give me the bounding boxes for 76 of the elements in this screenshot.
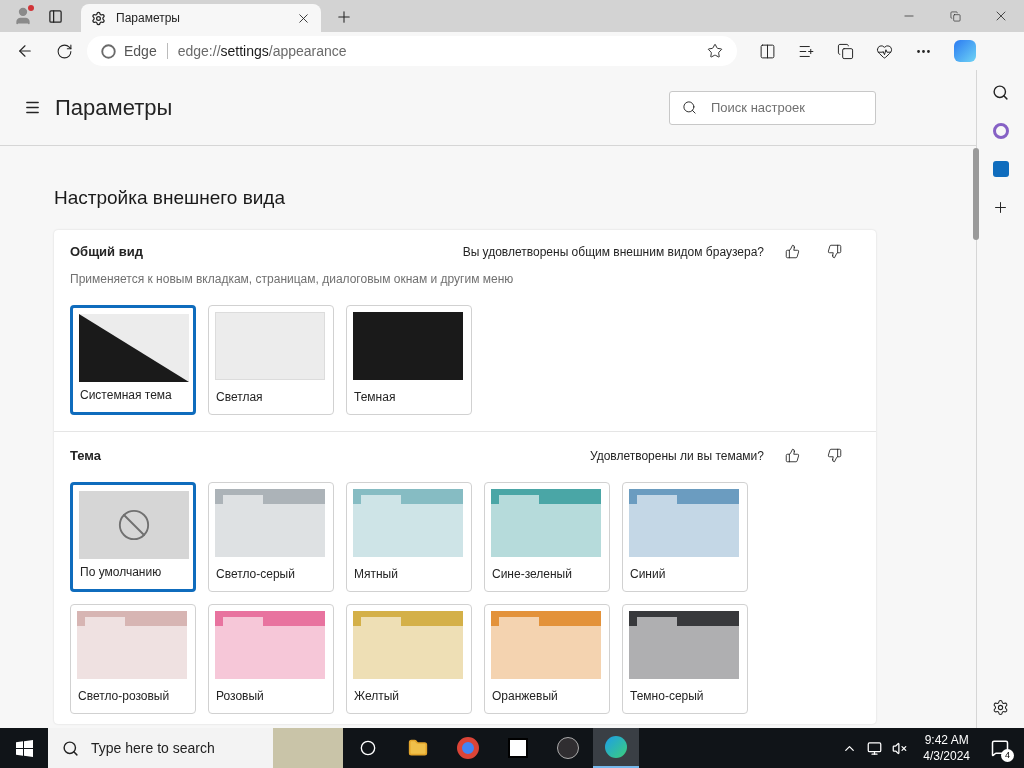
page-header-title: Параметры	[55, 94, 173, 122]
windows-logo-icon[interactable]	[15, 739, 33, 757]
task-view-icon[interactable]	[360, 740, 376, 756]
site-label: Edge	[124, 41, 157, 61]
thumbs-up-icon	[784, 448, 800, 463]
notifications-icon	[991, 739, 1009, 757]
browser-essentials-icon[interactable]	[876, 42, 893, 60]
scrollbar-thumb[interactable]	[973, 148, 979, 240]
thumbs-down-icon	[826, 448, 842, 463]
search-icon	[62, 739, 79, 757]
theme-card[interactable]: Светло-серый	[208, 481, 334, 592]
search-placeholder: Поиск настроек	[711, 98, 805, 117]
search-highlight-picture	[273, 728, 343, 768]
favorite-star-icon[interactable]	[707, 43, 723, 59]
theme-label: Светло-серый	[215, 565, 296, 583]
thumbs-down-icon	[826, 244, 842, 259]
restore-icon	[949, 10, 961, 22]
clock-date[interactable]: 4/3/2024	[923, 748, 970, 764]
tab-title: Параметры	[116, 10, 181, 27]
group-title: Общий вид	[70, 242, 143, 261]
theme-card[interactable]: По умолчанию	[70, 481, 196, 592]
theme-label: Мятный	[353, 565, 399, 583]
group-description: Применяется к новым вкладкам, страницам, диалоговым окнам и другим меню	[70, 270, 515, 288]
theme-card[interactable]: Синий	[622, 481, 748, 592]
file-explorer-icon[interactable]	[408, 738, 428, 758]
split-screen-icon[interactable]	[759, 42, 776, 60]
theme-card[interactable]: Светлая	[208, 304, 334, 415]
theme-card[interactable]: Мятный	[346, 481, 472, 592]
browser-tab[interactable]: Параметры	[81, 4, 321, 32]
theme-card[interactable]: Сине-зеленый	[484, 481, 610, 592]
theme-label: Темная	[353, 388, 397, 406]
url-text: edge://settings/appearance	[177, 41, 347, 61]
back-icon[interactable]	[16, 42, 34, 60]
theme-card[interactable]: Системная тема	[70, 304, 196, 415]
theme-card[interactable]: Розовый	[208, 603, 334, 714]
new-tab-icon[interactable]	[335, 8, 353, 26]
theme-label: Сине-зеленый	[491, 565, 573, 583]
section-title: Настройка внешнего вида	[54, 186, 286, 210]
notifications-button[interactable]: 4	[986, 734, 1014, 762]
add-icon[interactable]	[992, 199, 1009, 216]
group-title: Тема	[70, 446, 102, 465]
collections-icon[interactable]	[837, 42, 854, 60]
theme-label: Оранжевый	[491, 687, 559, 705]
taskbar-search-field[interactable]: Type here to search	[48, 728, 343, 768]
no-sign-icon	[117, 507, 151, 542]
settings-icon[interactable]	[992, 699, 1009, 716]
settings-icon	[91, 10, 106, 26]
theme-card[interactable]: Светло-розовый	[70, 603, 196, 714]
volume-muted-icon[interactable]	[892, 740, 908, 756]
theme-label: Светлая	[215, 388, 264, 406]
clock-time[interactable]: 9:42 AM	[924, 732, 969, 748]
theme-label: По умолчанию	[79, 563, 163, 581]
network-icon[interactable]	[867, 740, 883, 756]
menu-icon[interactable]	[24, 99, 41, 116]
search-icon[interactable]	[992, 84, 1009, 101]
notification-count: 4	[1001, 749, 1014, 762]
theme-label: Желтый	[353, 687, 401, 705]
theme-card[interactable]: Желтый	[346, 603, 472, 714]
theme-label: Розовый	[215, 687, 265, 705]
theme-label: Темно-серый	[629, 687, 705, 705]
theme-label: Светло-розовый	[77, 687, 171, 705]
tab-actions-icon[interactable]	[48, 8, 63, 24]
feedback-question: Удовлетворены ли вы темами?	[589, 447, 764, 465]
refresh-icon[interactable]	[56, 42, 73, 60]
search-icon	[682, 100, 697, 115]
taskbar-search-placeholder: Type here to search	[91, 738, 215, 758]
theme-card[interactable]: Оранжевый	[484, 603, 610, 714]
theme-label: Синий	[629, 565, 667, 583]
address-bar[interactable]: Edge edge://settings/appearance	[87, 36, 737, 66]
theme-card[interactable]: Темно-серый	[622, 603, 748, 714]
search-field[interactable]: Поиск настроек	[669, 90, 876, 125]
feedback-question: Вы удовлетворены общим внешним видом браузера?	[462, 243, 764, 261]
theme-card[interactable]: Темная	[346, 304, 472, 415]
theme-label: Системная тема	[79, 386, 173, 404]
thumbs-up-icon	[784, 244, 800, 259]
person-icon	[13, 6, 33, 26]
